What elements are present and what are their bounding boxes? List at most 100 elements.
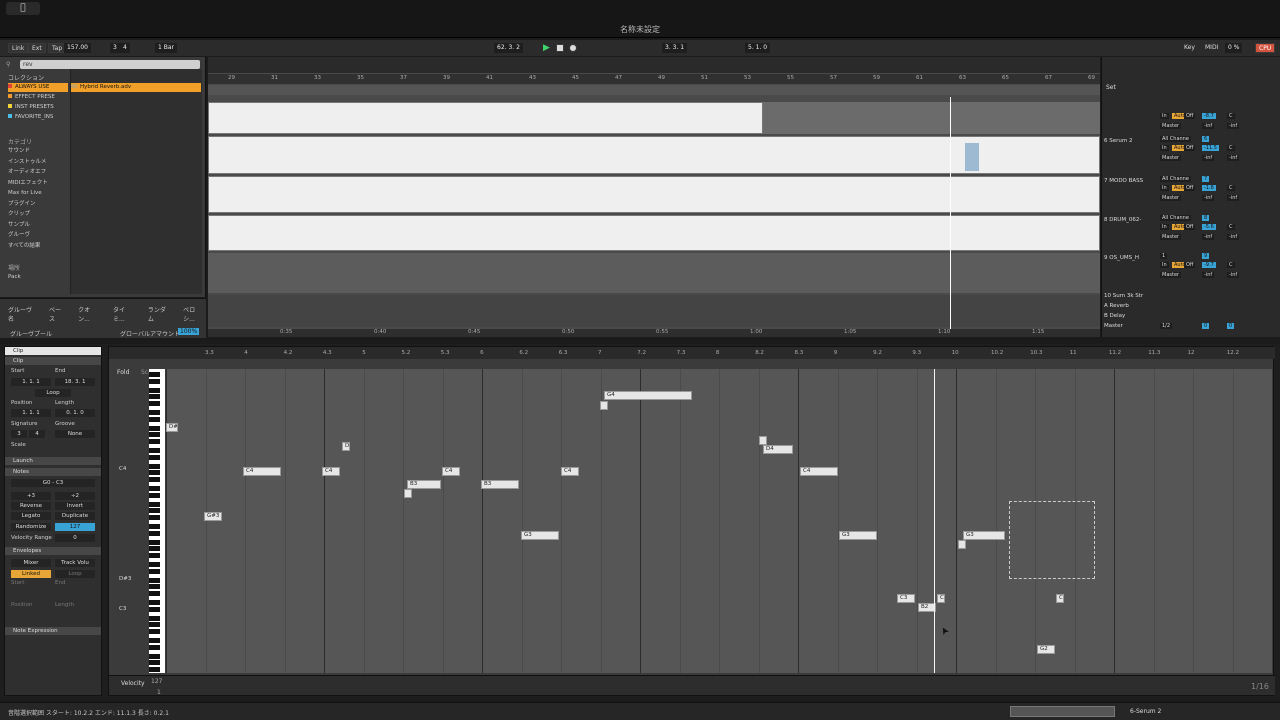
send-b-value[interactable]: -inf bbox=[1227, 234, 1240, 240]
midi-note[interactable]: D# bbox=[166, 422, 178, 432]
midi-note[interactable]: G3 bbox=[839, 530, 877, 540]
collection-item[interactable]: ALWAYS USE bbox=[8, 83, 68, 92]
record-icon[interactable] bbox=[569, 44, 577, 52]
loop-start-field[interactable]: 3. 3. 1 bbox=[662, 43, 688, 53]
midi-note[interactable]: B3 bbox=[481, 479, 519, 489]
loop-length-field[interactable]: 5. 1. 0 bbox=[745, 43, 771, 53]
category-item[interactable]: Max for Live bbox=[8, 189, 42, 198]
category-item[interactable]: クリップ bbox=[8, 210, 30, 219]
black-key[interactable] bbox=[149, 616, 160, 622]
track-pan[interactable]: C bbox=[1227, 113, 1235, 119]
category-item[interactable]: プラグイン bbox=[8, 200, 36, 209]
link-button[interactable]: Link bbox=[8, 43, 29, 53]
send-a-value[interactable]: -inf bbox=[1202, 123, 1215, 129]
midi-note[interactable]: C bbox=[937, 593, 945, 603]
output-select[interactable]: Master bbox=[1160, 123, 1182, 129]
midi-note[interactable]: C4 bbox=[561, 467, 579, 477]
loop-position-field[interactable]: 1. 1. 1 bbox=[11, 409, 51, 417]
return-track-name[interactable]: A Reverb bbox=[1104, 303, 1129, 309]
midi-note[interactable]: C4 bbox=[322, 467, 340, 477]
arrangement-time-ruler[interactable]: 0:35 0:40 0:45 0:50 0:55 1:00 1:05 1:10 1:15 bbox=[208, 329, 1100, 337]
play-icon[interactable]: ▶ bbox=[540, 43, 553, 53]
black-key[interactable] bbox=[149, 540, 160, 546]
monitor-in-button[interactable]: In bbox=[1160, 145, 1169, 151]
monitor-off-button[interactable]: Off bbox=[1184, 262, 1196, 268]
launch-section-header[interactable]: Launch bbox=[5, 457, 101, 465]
output-select[interactable]: Master bbox=[1160, 234, 1182, 240]
send-a-value[interactable]: -inf bbox=[1202, 155, 1215, 161]
black-key[interactable] bbox=[149, 600, 160, 606]
clip-title-bar[interactable]: Clip bbox=[5, 347, 101, 355]
monitor-in-button[interactable]: In bbox=[1160, 224, 1169, 230]
black-key[interactable] bbox=[149, 628, 160, 634]
loop-length-field[interactable]: 0. 1. 0 bbox=[55, 409, 95, 417]
return-track-name[interactable]: 10 Sum 3k Str bbox=[1104, 293, 1143, 299]
monitor-in-button[interactable]: In bbox=[1160, 262, 1169, 268]
input-channel-select[interactable]: All Channe bbox=[1160, 136, 1191, 142]
send-a-value[interactable]: -inf bbox=[1202, 234, 1215, 240]
collection-item[interactable]: INST PRESETS bbox=[8, 103, 54, 112]
randomize-button[interactable]: Randomize bbox=[11, 523, 51, 531]
monitor-off-button[interactable]: Off bbox=[1184, 224, 1196, 230]
output-select[interactable]: Master bbox=[1160, 155, 1182, 161]
black-key[interactable] bbox=[149, 486, 160, 492]
monitor-in-button[interactable]: In bbox=[1160, 185, 1169, 191]
time-signature-numerator[interactable]: 3 bbox=[110, 43, 120, 53]
loop-toggle[interactable]: Loop bbox=[35, 389, 71, 397]
black-key[interactable] bbox=[149, 470, 160, 476]
output-select[interactable]: Master bbox=[1160, 195, 1182, 201]
return-track-name[interactable]: B Delay bbox=[1104, 313, 1125, 319]
master-track-name[interactable]: Master bbox=[1104, 323, 1123, 329]
midi-note[interactable]: G3 bbox=[521, 530, 559, 540]
envelopes-section-header[interactable]: Envelopes bbox=[5, 547, 101, 555]
category-item[interactable]: グルーヴ bbox=[8, 231, 30, 240]
input-channel-select[interactable]: All Channe bbox=[1160, 176, 1191, 182]
track-name[interactable]: 7 MODO BASS bbox=[1104, 178, 1143, 184]
midi-note[interactable] bbox=[759, 435, 767, 445]
envelope-control-select[interactable]: Track Volu bbox=[55, 559, 95, 567]
notes-section-header[interactable]: Notes bbox=[5, 468, 101, 476]
global-amount-value[interactable]: 100% bbox=[178, 328, 200, 335]
track-name[interactable]: 8 DRUM_062- bbox=[1104, 217, 1141, 223]
overview-scrollbar[interactable] bbox=[1010, 706, 1115, 717]
stop-icon[interactable] bbox=[556, 44, 564, 52]
ext-button[interactable]: Ext bbox=[28, 43, 46, 53]
midi-note[interactable]: G3 bbox=[963, 530, 1005, 540]
black-key[interactable] bbox=[149, 622, 160, 628]
key-map-button[interactable]: Key bbox=[1181, 43, 1198, 53]
linked-toggle[interactable]: Linked bbox=[11, 570, 51, 578]
black-key[interactable] bbox=[149, 644, 160, 650]
track-pan[interactable]: C bbox=[1227, 145, 1235, 151]
collection-item[interactable]: FAVORITE_INS bbox=[8, 113, 53, 122]
editor-bar-ruler[interactable]: 3.3 4 4.2 4.3 5 5.2 5.3 6 6.2 6.3 7 7.2 7.3 8 8.2 8.3 9 9… bbox=[109, 347, 1275, 359]
reverse-button[interactable]: Reverse bbox=[11, 502, 51, 510]
fold-button[interactable]: Fold bbox=[117, 369, 129, 376]
track-pan[interactable]: C bbox=[1227, 262, 1235, 268]
result-item[interactable]: Hybrid Reverb.adv bbox=[71, 83, 201, 92]
midi-note[interactable]: G4 bbox=[604, 391, 692, 401]
track-pan[interactable]: C bbox=[1227, 185, 1235, 191]
track-activator[interactable]: 9 bbox=[1202, 253, 1210, 259]
input-channel-select[interactable]: All Channe bbox=[1160, 215, 1191, 221]
signature-numerator[interactable]: 3 bbox=[11, 430, 27, 438]
arrangement-clip-drum[interactable] bbox=[208, 215, 1100, 251]
arrangement-clip-bass[interactable] bbox=[208, 176, 1100, 213]
black-key[interactable] bbox=[149, 524, 160, 530]
black-key[interactable] bbox=[149, 578, 160, 584]
arrangement-position[interactable]: 62. 3. 2 bbox=[494, 43, 523, 53]
master-volume[interactable]: 0 bbox=[1202, 323, 1210, 329]
black-key[interactable] bbox=[149, 492, 160, 498]
arrangement-bar-ruler[interactable]: 29 31 33 35 37 39 41 43 45 47 49 51 53 55 57 59 61 63 65 67… bbox=[208, 74, 1100, 84]
track-volume[interactable]: -8.7 bbox=[1202, 113, 1216, 119]
send-b-value[interactable]: -inf bbox=[1227, 195, 1240, 201]
track-volume[interactable]: -9.7 bbox=[1202, 262, 1216, 268]
black-key[interactable] bbox=[149, 448, 160, 454]
black-key[interactable] bbox=[149, 568, 160, 574]
black-key[interactable] bbox=[149, 464, 160, 470]
midi-map-button[interactable]: MIDI bbox=[1202, 43, 1221, 53]
monitor-off-button[interactable]: Off bbox=[1184, 113, 1196, 119]
send-a-value[interactable]: -inf bbox=[1202, 195, 1215, 201]
clip-end-field[interactable]: 18. 3. 1 bbox=[55, 378, 95, 386]
black-key[interactable] bbox=[149, 552, 160, 558]
midi-note[interactable]: B3 bbox=[407, 479, 441, 489]
